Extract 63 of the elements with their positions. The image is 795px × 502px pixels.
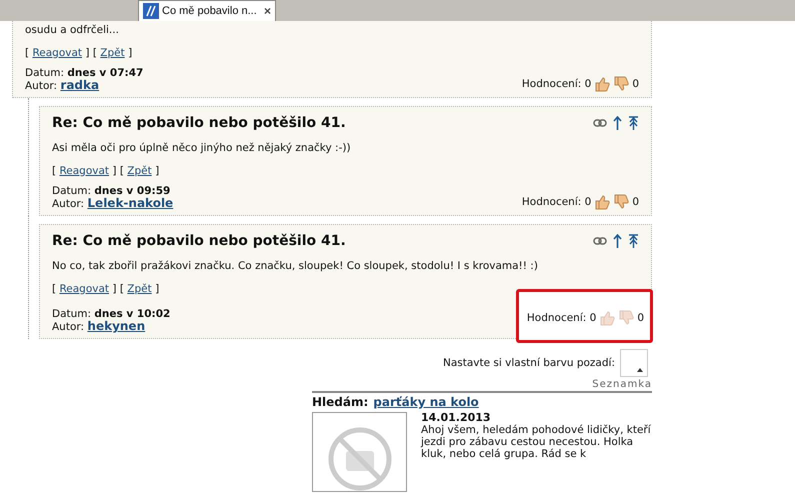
thumbs-down-icon[interactable] (613, 76, 630, 92)
author-link[interactable]: radka (60, 78, 100, 92)
section-label: Seznamka (312, 379, 652, 393)
no-photo-icon (328, 427, 392, 491)
author-link[interactable]: hekynen (87, 319, 146, 333)
thumbs-down-icon[interactable] (618, 310, 634, 326)
bracket: [ (120, 283, 124, 295)
author-label: Autor: (52, 321, 84, 333)
rating-label: Hodnocení: 0 (526, 312, 596, 324)
link-icon[interactable] (593, 119, 607, 127)
ad-title-link[interactable]: parťáky na kolo (373, 395, 479, 409)
comment-link[interactable]: Zpět (127, 165, 152, 177)
ad-date: 14.01.2013 (421, 412, 492, 424)
browser-tab[interactable]: Co mě pobavilo n... × (138, 0, 276, 21)
bracket: ] (155, 165, 160, 177)
author-link[interactable]: Lelek-nakole (87, 196, 174, 210)
bracket: ] (112, 283, 116, 295)
comment-text: Asi měla oči pro úplně něco jinýho než nějaký značky :-)) (52, 141, 352, 155)
dislike-count: 0 (637, 312, 644, 324)
close-tab-button[interactable]: × (264, 4, 271, 18)
bracket: [ (25, 47, 30, 59)
tab-title: Co mě pobavilo n... (162, 5, 257, 17)
link-icon[interactable] (593, 237, 607, 245)
bracket: [ (52, 283, 56, 295)
bracket: [ (52, 165, 56, 177)
comment-title: Re: Co mě pobavilo nebo potěšilo 41. (52, 115, 346, 131)
bracket: ] (112, 165, 116, 177)
arrow-up-icon[interactable] (613, 234, 622, 248)
comment-link[interactable]: Reagovat (59, 165, 110, 177)
comment-title: Re: Co mě pobavilo nebo potěšilo 41. (52, 233, 346, 249)
rating-label: Hodnocení: 0 (522, 196, 592, 208)
comment-text: osudu a odfrčeli... (25, 23, 120, 37)
bracket: [ (92, 47, 97, 59)
search-heading: Hledám: (312, 395, 368, 409)
background-color-label: Nastavte si vlastní barvu pozadí: (442, 357, 615, 369)
rating-label: Hodnocení: 0 (522, 78, 592, 90)
thumbs-up-icon[interactable] (594, 194, 610, 210)
arrow-top-icon[interactable] (628, 116, 639, 130)
bracket: ] (85, 47, 90, 59)
thumbs-up-icon[interactable] (599, 310, 616, 326)
thumbs-down-icon[interactable] (613, 194, 630, 210)
caret-icon (637, 368, 643, 372)
comment-link[interactable]: Zpět (100, 47, 125, 59)
comment-date: Datum: dnes v 09:59 (52, 185, 172, 197)
bracket: ] (128, 47, 132, 59)
comment-date: Datum: dnes v 07:47 (25, 67, 144, 79)
thumbs-up-icon[interactable] (594, 76, 610, 92)
dislike-count: 0 (632, 196, 639, 208)
comment-link[interactable]: Reagovat (59, 283, 110, 295)
site-icon (143, 3, 159, 19)
comment-link[interactable]: Zpět (127, 283, 152, 295)
comment-link[interactable]: Reagovat (32, 47, 82, 59)
author-label: Autor: (25, 80, 58, 92)
ad-text: Ahoj všem, heledám pohodové lidičky, kteří jezdi pro zábavu cestou necestou. Holka kluk, nebo celá grupa. Rád se k (421, 424, 652, 460)
bracket: [ (120, 165, 124, 177)
arrow-top-icon[interactable] (628, 234, 639, 248)
arrow-up-icon[interactable] (613, 116, 622, 130)
comment-date: Datum: dnes v 10:02 (52, 308, 170, 320)
bracket: ] (155, 283, 160, 295)
dislike-count: 0 (632, 78, 639, 90)
color-picker-button[interactable] (620, 349, 648, 377)
author-label: Autor: (52, 198, 84, 210)
comment-text: No co, tak zbořil pražákovi značku. Co značku, sloupek! Co sloupek, stodolu! I s krovama!! :) (52, 259, 539, 273)
